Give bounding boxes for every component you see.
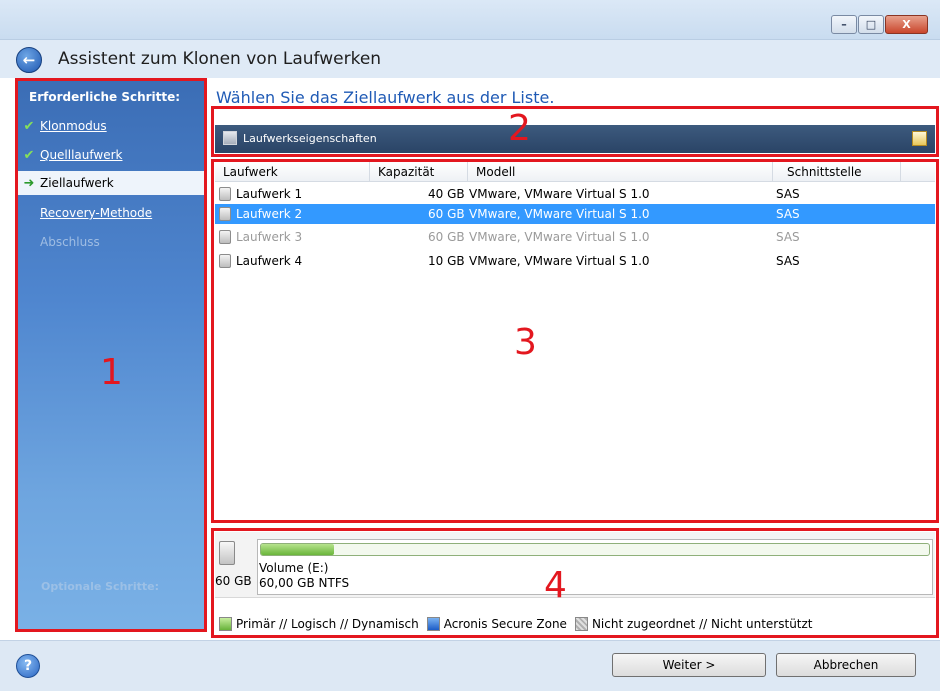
drive-interface: SAS <box>776 230 800 244</box>
minimize-button[interactable]: – <box>831 15 857 34</box>
drive-capacity: 60 GB <box>428 207 465 221</box>
primary-swatch-icon <box>219 617 232 631</box>
drive-capacity: 60 GB <box>428 230 465 244</box>
volume-info: 60,00 GB NTFS <box>259 576 350 590</box>
maximize-icon: □ <box>865 18 877 31</box>
volume-block[interactable]: Volume (E:) 60,00 GB NTFS <box>257 539 933 595</box>
close-icon: X <box>902 18 911 31</box>
sidebar-step-recovery-methode[interactable]: Recovery-Methode <box>15 201 204 225</box>
column-header-kapazitaet[interactable]: Kapazität <box>370 162 468 182</box>
drive-properties-button[interactable]: Laufwerkseigenschaften <box>223 131 377 145</box>
table-row[interactable]: Laufwerk 2 60 GB VMware, VMware Virtual … <box>215 204 935 224</box>
sidebar-step-quelllaufwerk[interactable]: ✔ Quelllaufwerk <box>15 143 204 167</box>
help-icon[interactable]: ? <box>16 654 40 678</box>
disk-icon <box>219 207 231 221</box>
legend-item-unallocated: Nicht zugeordnet // Nicht unterstützt <box>574 617 813 631</box>
partition-legend: Primär // Logisch // Dynamisch Acronis S… <box>219 615 821 633</box>
checkmark-icon: ✔ <box>23 118 35 134</box>
disk-icon <box>219 187 231 201</box>
wizard-footer: ? Weiter > Abbrechen <box>0 640 940 691</box>
legend-item-primary: Primär // Logisch // Dynamisch <box>219 617 419 631</box>
drive-interface: SAS <box>776 187 800 201</box>
window-titlebar: – □ X <box>0 0 940 40</box>
column-header-laufwerk[interactable]: Laufwerk <box>215 162 370 182</box>
drive-interface: SAS <box>776 207 800 221</box>
drive-model: VMware, VMware Virtual S 1.0 <box>469 254 650 268</box>
edit-icon[interactable] <box>912 131 927 146</box>
sidebar-step-label: Abschluss <box>40 235 100 249</box>
instruction-heading: Wählen Sie das Ziellaufwerk aus der List… <box>216 88 555 107</box>
drive-toolbar: Laufwerkseigenschaften <box>215 125 935 153</box>
required-steps-heading: Erforderliche Schritte: <box>29 90 181 104</box>
drive-model: VMware, VMware Virtual S 1.0 <box>469 207 650 221</box>
column-header-schnittstelle[interactable]: Schnittstelle <box>773 162 901 182</box>
arrow-right-icon: ➜ <box>23 175 35 191</box>
drive-list[interactable]: Laufwerk Kapazität Modell Schnittstelle … <box>215 162 935 520</box>
drive-name: Laufwerk 3 <box>236 230 303 244</box>
disk-icon <box>219 541 235 565</box>
wizard-header: ← Assistent zum Klonen von Laufwerken <box>0 40 940 78</box>
table-row[interactable]: Laufwerk 1 40 GB VMware, VMware Virtual … <box>215 184 935 204</box>
sidebar-step-ziellaufwerk[interactable]: ➜ Ziellaufwerk <box>15 171 204 195</box>
annotation-number-2: 2 <box>508 108 531 149</box>
volume-name: Volume (E:) <box>259 561 329 575</box>
annotation-number-3: 3 <box>514 322 537 363</box>
sidebar-step-abschluss: Abschluss <box>15 230 204 254</box>
maximize-button[interactable]: □ <box>858 15 884 34</box>
checkmark-icon: ✔ <box>23 147 35 163</box>
optional-steps-heading: Optionale Schritte: <box>41 580 159 593</box>
minimize-icon: – <box>841 18 847 31</box>
next-button[interactable]: Weiter > <box>612 653 766 677</box>
drive-list-header: Laufwerk Kapazität Modell Schnittstelle <box>215 162 935 182</box>
drive-name: Laufwerk 4 <box>236 254 303 268</box>
drive-name: Laufwerk 1 <box>236 187 303 201</box>
window-controls: – □ X <box>830 15 928 34</box>
drive-interface: SAS <box>776 254 800 268</box>
volume-usage-fill <box>261 544 335 555</box>
drive-name: Laufwerk 2 <box>236 207 303 221</box>
drive-capacity: 40 GB <box>428 187 465 201</box>
drive-capacity: 10 GB <box>428 254 465 268</box>
table-row: Laufwerk 3 60 GB VMware, VMware Virtual … <box>215 227 935 247</box>
close-button[interactable]: X <box>885 15 928 34</box>
disk-map-panel: 60 GB Volume (E:) 60,00 GB NTFS <box>215 532 935 598</box>
secure-zone-swatch-icon <box>426 617 440 631</box>
annotation-number-4: 4 <box>544 565 567 606</box>
legend-item-secure-zone: Acronis Secure Zone <box>426 617 567 631</box>
sidebar-step-label: Quelllaufwerk <box>40 148 123 162</box>
drive-model: VMware, VMware Virtual S 1.0 <box>469 230 650 244</box>
back-arrow-icon[interactable]: ← <box>16 47 42 73</box>
disk-icon <box>219 254 231 268</box>
cancel-button[interactable]: Abbrechen <box>776 653 916 677</box>
properties-icon <box>223 131 237 145</box>
unallocated-swatch-icon <box>574 617 588 631</box>
disk-size: 60 GB <box>215 574 252 588</box>
drive-model: VMware, VMware Virtual S 1.0 <box>469 187 650 201</box>
volume-usage-bar <box>260 543 930 556</box>
sidebar-step-label: Ziellaufwerk <box>40 176 114 190</box>
disk-icon <box>219 230 231 244</box>
annotation-number-1: 1 <box>100 352 123 393</box>
sidebar-step-label: Klonmodus <box>40 119 107 133</box>
column-header-modell[interactable]: Modell <box>468 162 773 182</box>
sidebar-step-label: Recovery-Methode <box>40 206 153 220</box>
table-row[interactable]: Laufwerk 4 10 GB VMware, VMware Virtual … <box>215 251 935 271</box>
sidebar-step-klonmodus[interactable]: ✔ Klonmodus <box>15 114 204 138</box>
drive-properties-label: Laufwerkseigenschaften <box>243 131 377 145</box>
window-title: Assistent zum Klonen von Laufwerken <box>58 49 382 69</box>
